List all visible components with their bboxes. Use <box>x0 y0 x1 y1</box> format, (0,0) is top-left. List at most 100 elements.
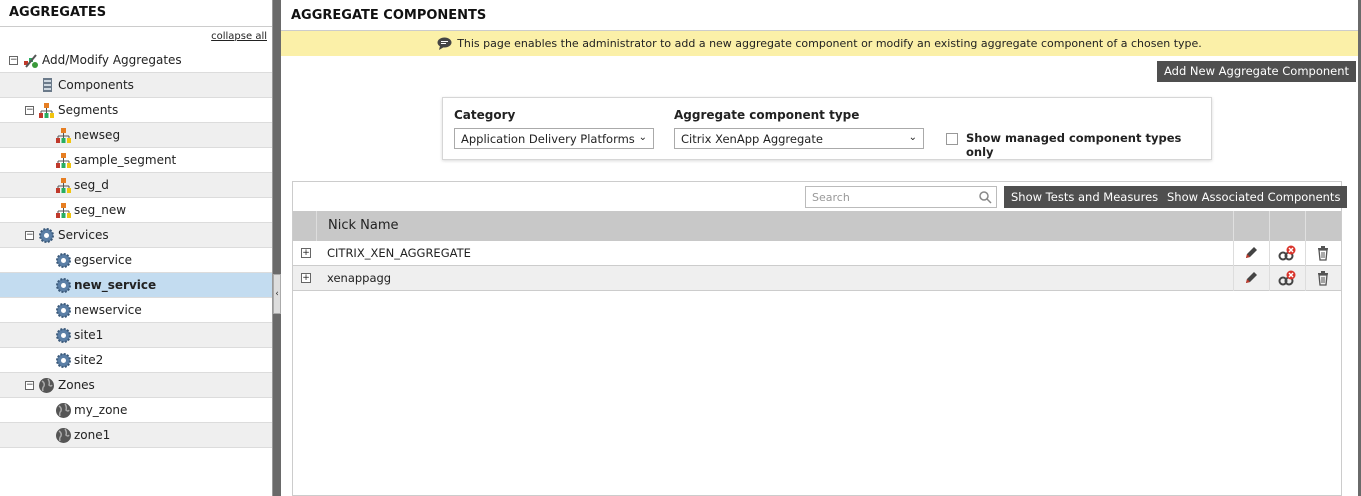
segment-icon <box>39 103 54 118</box>
sidebar-title: AGGREGATES <box>0 0 272 27</box>
tree-item-label: Add/Modify Aggregates <box>42 53 182 67</box>
tree-item-services[interactable]: − Services <box>0 223 272 248</box>
category-select[interactable]: Application Delivery Platforms ⌄ <box>454 128 654 149</box>
tree-item-new-service[interactable]: new_service <box>0 273 272 298</box>
tree-item-label: seg_d <box>74 178 109 192</box>
service-gear-icon <box>56 278 71 293</box>
cell-divider <box>1233 266 1234 291</box>
trash-icon[interactable] <box>1315 270 1331 286</box>
tree-item-site1[interactable]: site1 <box>0 323 272 348</box>
cell-divider <box>1233 241 1234 266</box>
tree-item-zones[interactable]: − Zones <box>0 373 272 398</box>
chevron-down-icon: ⌄ <box>638 132 647 143</box>
tree-item-label: Components <box>58 78 134 92</box>
page-title: AGGREGATE COMPONENTS <box>281 0 1358 31</box>
server-icon <box>43 78 52 92</box>
column-associate <box>1269 211 1305 241</box>
expand-row-toggle[interactable]: + <box>301 248 311 258</box>
tree-item-label: egservice <box>74 253 132 267</box>
tree-item-label: my_zone <box>74 403 128 417</box>
unlink-components-icon[interactable] <box>1278 245 1296 261</box>
globe-icon <box>39 378 54 393</box>
info-bar: This page enables the administrator to a… <box>281 31 1358 56</box>
expand-row-toggle[interactable]: + <box>301 273 311 283</box>
globe-icon <box>56 403 71 418</box>
column-edit <box>1233 211 1269 241</box>
filter-panel: Category Application Delivery Platforms … <box>442 97 1212 160</box>
tree-item-label: seg_new <box>74 203 127 217</box>
show-tests-measures-button[interactable]: Show Tests and Measures <box>1004 186 1166 208</box>
grid-header: Nick Name <box>293 211 1341 241</box>
add-aggregates-icon <box>24 54 38 68</box>
globe-icon <box>56 428 71 443</box>
component-type-label: Aggregate component type <box>674 108 860 122</box>
tree-item-my-zone[interactable]: my_zone <box>0 398 272 423</box>
collapse-toggle[interactable]: − <box>25 381 34 390</box>
tree-item-newseg[interactable]: newseg <box>0 123 272 148</box>
collapse-toggle[interactable]: − <box>9 56 18 65</box>
cell-divider <box>1305 241 1306 266</box>
edit-pencil-icon[interactable] <box>1243 270 1259 286</box>
service-gear-icon <box>56 253 71 268</box>
service-gear-icon <box>56 328 71 343</box>
unlink-components-icon[interactable] <box>1278 270 1296 286</box>
cell-divider <box>1305 266 1306 291</box>
collapse-toggle[interactable]: − <box>25 231 34 240</box>
tree-item-label: Services <box>58 228 109 242</box>
category-label: Category <box>454 108 516 122</box>
managed-only-checkbox[interactable] <box>946 133 958 145</box>
table-row[interactable]: + CITRIX_XEN_AGGREGATE <box>293 241 1341 266</box>
search-icon <box>979 191 992 204</box>
tree-item-components[interactable]: Components <box>0 73 272 98</box>
sidebar: AGGREGATES collapse all − Add/Modify Agg… <box>0 0 273 496</box>
tree-item-newservice[interactable]: newservice <box>0 298 272 323</box>
components-grid: Search Show Tests and Measures Show Asso… <box>292 181 1348 496</box>
edit-pencil-icon[interactable] <box>1243 245 1259 261</box>
tree-item-label: newseg <box>74 128 121 142</box>
service-gear-icon <box>39 228 54 243</box>
sidebar-collapse-handle[interactable]: ‹ <box>273 274 281 314</box>
tree-item-label: Zones <box>58 378 95 392</box>
search-placeholder: Search <box>812 191 850 204</box>
chevron-down-icon: ⌄ <box>908 132 917 143</box>
tree-item-segments[interactable]: − Segments <box>0 98 272 123</box>
segment-icon <box>56 178 71 193</box>
show-associated-components-button[interactable]: Show Associated Components <box>1160 186 1348 208</box>
tree-item-seg-new[interactable]: seg_new <box>0 198 272 223</box>
segment-icon <box>56 128 71 143</box>
tree-item-zone1[interactable]: zone1 <box>0 423 272 448</box>
search-input[interactable]: Search <box>805 186 997 208</box>
managed-only-label: Show managed component types only <box>966 131 1182 159</box>
tree-item-sample-segment[interactable]: sample_segment <box>0 148 272 173</box>
tree-item-label: zone1 <box>74 428 111 442</box>
service-gear-icon <box>56 303 71 318</box>
row-nick-name: xenappagg <box>327 271 392 285</box>
category-value: Application Delivery Platforms <box>461 132 635 146</box>
row-nick-name: CITRIX_XEN_AGGREGATE <box>327 246 471 260</box>
tree-item-site2[interactable]: site2 <box>0 348 272 373</box>
column-delete <box>1305 211 1341 241</box>
collapse-toggle[interactable]: − <box>25 106 34 115</box>
tree-item-label: sample_segment <box>74 153 177 167</box>
table-row[interactable]: + xenappagg <box>293 266 1341 291</box>
tree-item-label: site2 <box>74 353 104 367</box>
trash-icon[interactable] <box>1315 245 1331 261</box>
tree-item-add-modify-aggregates[interactable]: − Add/Modify Aggregates <box>0 48 272 73</box>
segment-icon <box>56 153 71 168</box>
cell-divider <box>1269 241 1270 266</box>
segment-icon <box>56 203 71 218</box>
tree-item-egservice[interactable]: egservice <box>0 248 272 273</box>
component-type-value: Citrix XenApp Aggregate <box>681 132 823 146</box>
collapse-all-link[interactable]: collapse all <box>211 31 267 42</box>
grid-gutter <box>316 211 317 241</box>
add-aggregate-component-button[interactable]: Add New Aggregate Component <box>1157 61 1357 82</box>
cell-divider <box>1269 266 1270 291</box>
tree-item-seg-d[interactable]: seg_d <box>0 173 272 198</box>
tree-item-label: Segments <box>58 103 119 117</box>
component-type-select[interactable]: Citrix XenApp Aggregate ⌄ <box>674 128 924 149</box>
tree-item-label: site1 <box>74 328 104 342</box>
column-nick-name[interactable]: Nick Name <box>328 218 399 233</box>
tree-item-label: newservice <box>74 303 142 317</box>
speech-bubble-icon <box>437 37 452 50</box>
info-text: This page enables the administrator to a… <box>457 37 1202 50</box>
